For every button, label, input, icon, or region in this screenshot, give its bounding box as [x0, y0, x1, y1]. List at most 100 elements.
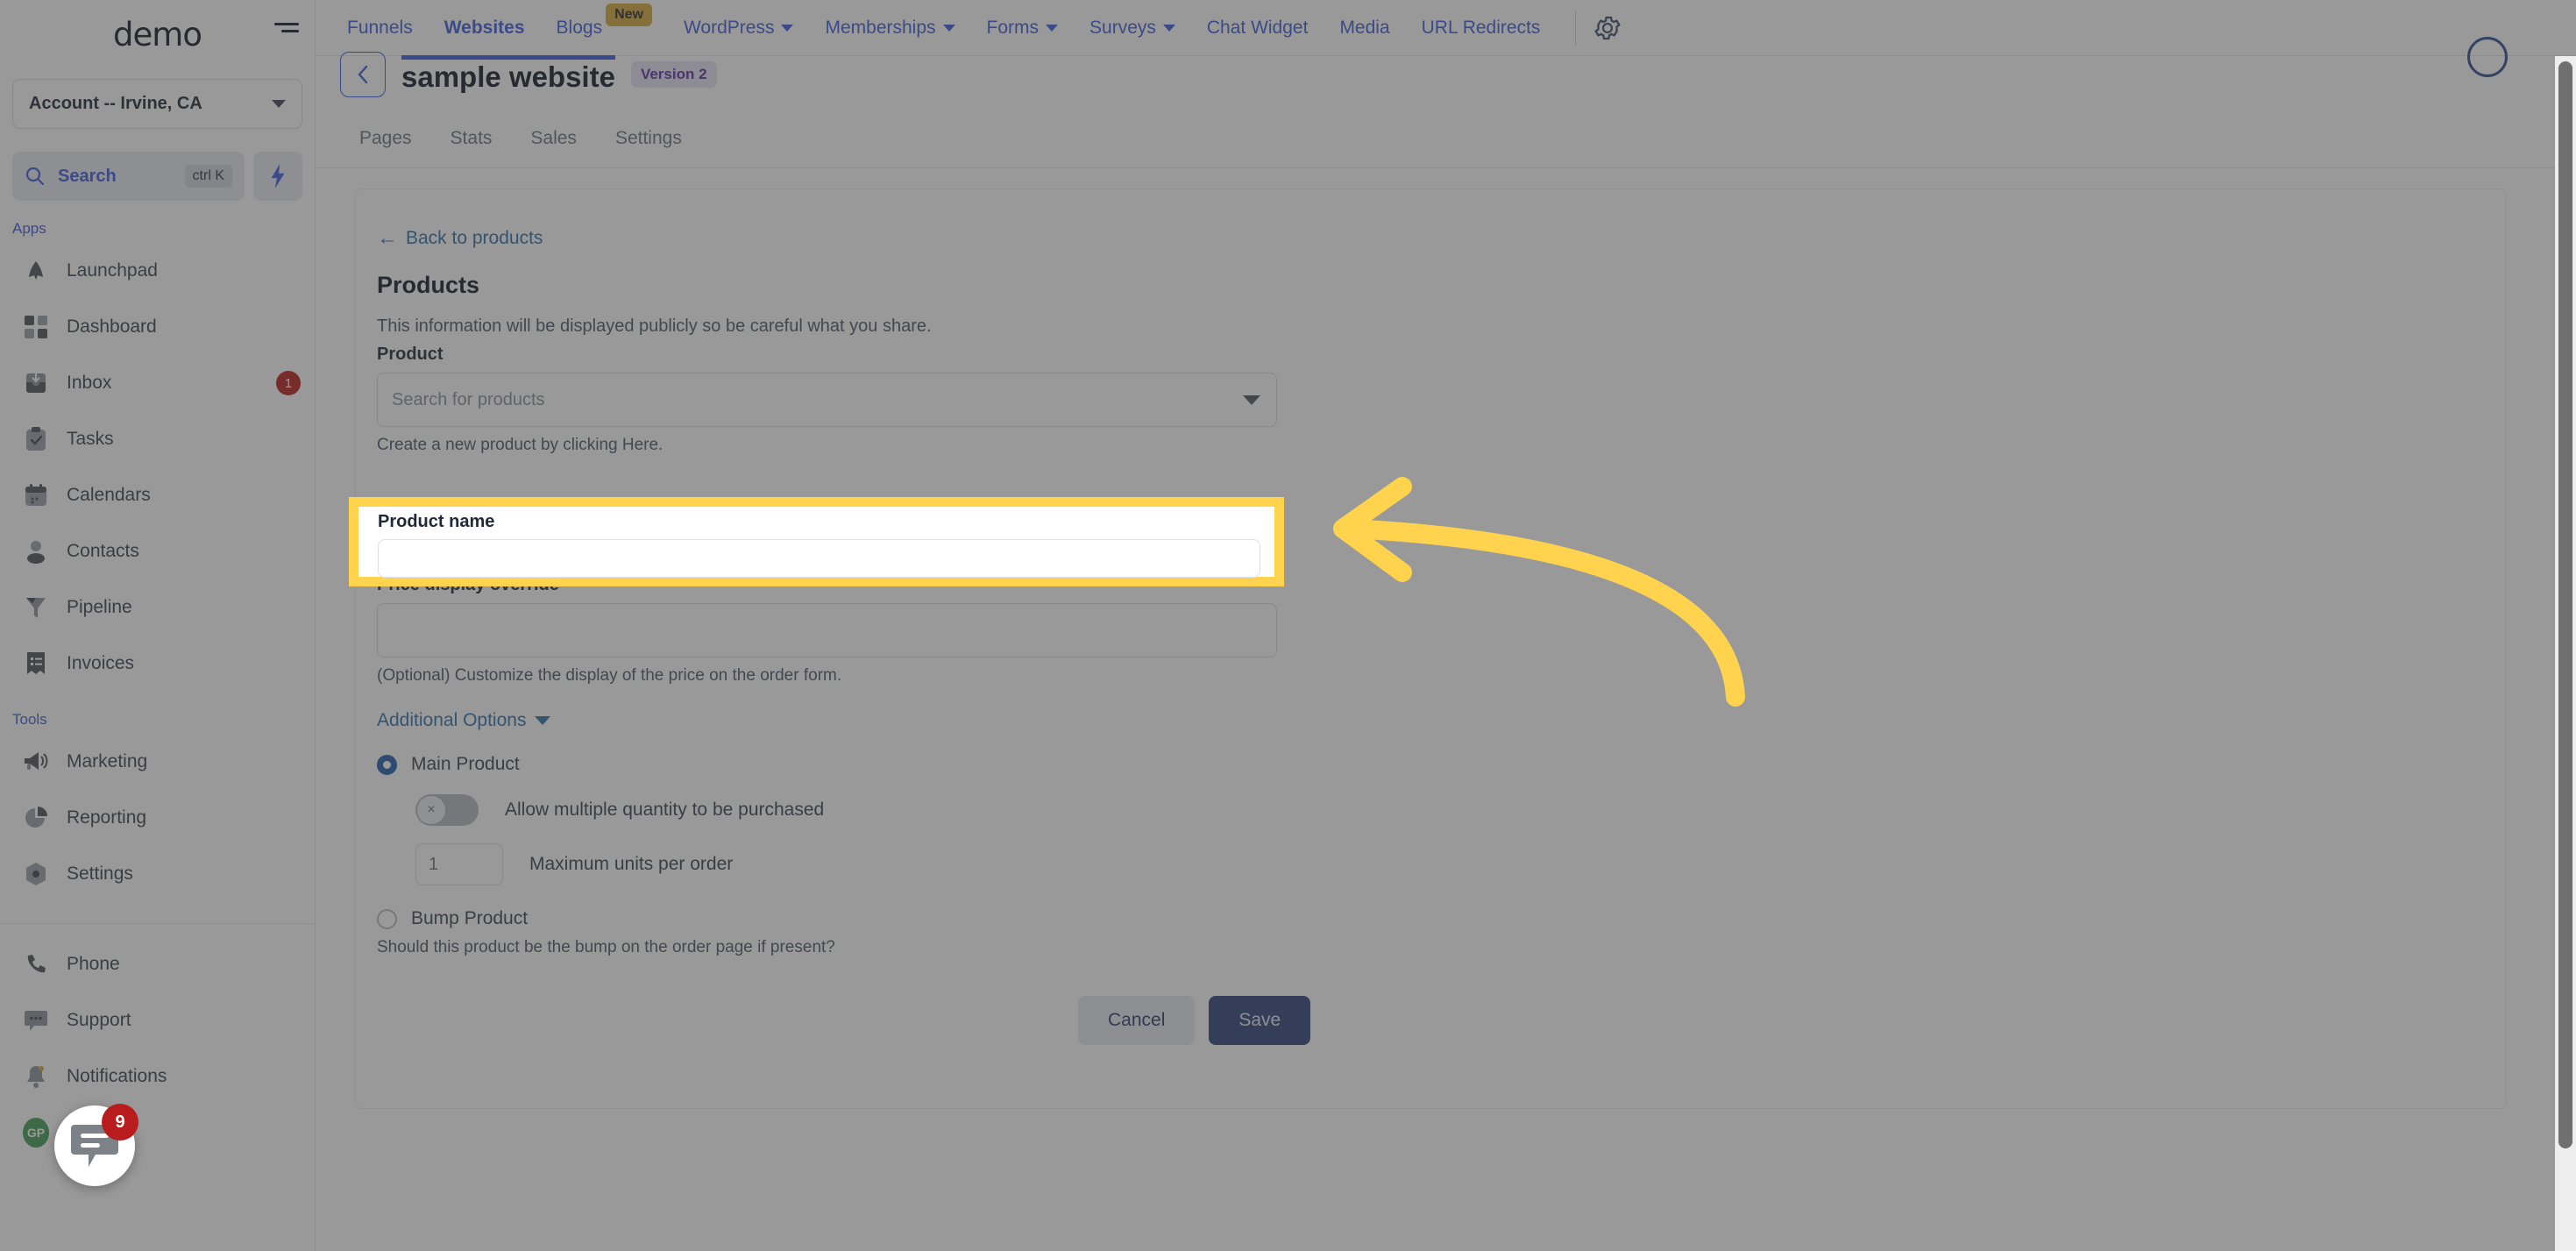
product-name-input[interactable] [378, 539, 1260, 578]
quick-action-button[interactable] [253, 152, 302, 201]
sidebar-group-title-tools: Tools [12, 711, 47, 728]
chevron-down-icon [1046, 24, 1059, 32]
back-to-products-link[interactable]: ← Back to products [377, 228, 2506, 249]
back-link-label: Back to products [406, 228, 543, 248]
search-icon [25, 167, 45, 186]
new-tag-badge: New [606, 3, 652, 26]
nav-item-funnels[interactable]: Funnels [331, 0, 429, 56]
pie-chart-icon [23, 805, 49, 831]
page-header: sample website Version 2 [316, 37, 2576, 116]
price-override-input[interactable] [377, 603, 1277, 657]
calendar-icon [23, 482, 49, 508]
nav-divider [1575, 10, 1577, 46]
bump-product-help: Should this product be the bump on the o… [377, 938, 835, 956]
sidebar-item-label: Notifications [67, 1066, 167, 1086]
max-units-input[interactable]: 1 [415, 843, 503, 885]
sidebar-item-pipeline[interactable]: Pipeline [0, 579, 315, 636]
sidebar-item-reporting[interactable]: Reporting [0, 790, 315, 846]
sidebar-item-dashboard[interactable]: Dashboard [0, 299, 315, 355]
gear-icon[interactable] [1590, 11, 1625, 46]
sidebar-item-calendars[interactable]: Calendars [0, 467, 315, 523]
account-switcher[interactable]: Account -- Irvine, CA [12, 79, 302, 129]
sidebar-item-notifications[interactable]: Notifications [0, 1048, 315, 1105]
nav-label: Memberships [825, 17, 936, 38]
sidebar-item-tasks[interactable]: Tasks [0, 411, 315, 467]
sidebar-item-support[interactable]: Support [0, 992, 315, 1048]
section-subtitle: This information will be displayed publi… [377, 316, 932, 336]
sidebar-item-launchpad[interactable]: Launchpad [0, 243, 315, 299]
tab-sales[interactable]: Sales [511, 128, 596, 149]
page-scrollbar-thumb[interactable] [2558, 61, 2572, 1148]
nav-item-media[interactable]: Media [1323, 0, 1405, 56]
nav-item-forms[interactable]: Forms [971, 0, 1075, 56]
dashboard-grid-icon [23, 314, 49, 340]
cancel-button[interactable]: Cancel [1078, 996, 1196, 1045]
sidebar-item-label: Marketing [67, 751, 148, 771]
clipboard-check-icon [23, 426, 49, 452]
sidebar-item-profile[interactable]: GP Profile [0, 1105, 315, 1161]
radio-main-product[interactable]: Main Product [377, 754, 2506, 775]
help-circle-icon[interactable] [2467, 37, 2508, 77]
tab-label: Pages [359, 127, 412, 148]
nav-item-wordpress[interactable]: WordPress [668, 0, 809, 56]
additional-options-toggle[interactable]: Additional Options [377, 710, 2506, 731]
sidebar-item-label: Calendars [67, 485, 151, 505]
max-units-label: Maximum units per order [529, 854, 734, 874]
arrow-left-icon: ← [377, 226, 398, 250]
sidebar-item-invoices[interactable]: Invoices [0, 636, 315, 692]
radio-bump-product[interactable]: Bump Product [377, 908, 2506, 929]
nav-item-url-redirects[interactable]: URL Redirects [1406, 0, 1557, 56]
nav-item-websites[interactable]: Websites [429, 0, 541, 56]
chevron-down-icon [272, 100, 286, 108]
sidebar-item-label: Pipeline [67, 597, 132, 617]
allow-multiple-quantity-row: × Allow multiple quantity to be purchase… [415, 794, 2506, 826]
brand-logo: demo [113, 15, 202, 53]
invoice-list-icon [23, 650, 49, 677]
product-form-card: ← Back to products Products This informa… [355, 188, 2507, 1109]
toggle-knob: × [417, 796, 445, 824]
price-override-help: (Optional) Customize the display of the … [377, 666, 842, 685]
lightning-bolt-icon [271, 164, 285, 188]
sidebar-item-settings[interactable]: Settings [0, 846, 315, 902]
allow-multiple-quantity-label: Allow multiple quantity to be purchased [505, 800, 825, 820]
save-button[interactable]: Save [1209, 996, 1311, 1045]
nav-item-memberships[interactable]: Memberships [809, 0, 970, 56]
nav-item-chat-widget[interactable]: Chat Widget [1191, 0, 1324, 56]
product-select[interactable]: Search for products [377, 373, 1277, 427]
form-actions: Cancel Save [1078, 996, 2506, 1045]
sidebar-item-label: Dashboard [67, 316, 157, 337]
inbox-icon [23, 370, 49, 396]
version-badge: Version 2 [630, 61, 717, 88]
launchpad-icon [23, 258, 49, 284]
chat-dots-icon [23, 1007, 49, 1034]
tab-label: Sales [530, 127, 577, 148]
radio-bump-product-label: Bump Product [411, 908, 529, 928]
tab-pages[interactable]: Pages [340, 128, 431, 149]
tab-settings[interactable]: Settings [596, 128, 701, 149]
chevron-down-icon [535, 716, 551, 725]
back-arrow-icon[interactable] [340, 52, 386, 97]
search-label: Search [58, 166, 117, 186]
sidebar-item-contacts[interactable]: Contacts [0, 523, 315, 579]
sidebar-item-marketing[interactable]: Marketing [0, 734, 315, 790]
sidebar-item-label: Inbox [67, 373, 112, 393]
sidebar: demo Account -- Irvine, CA Search ctrl K [0, 0, 316, 1251]
search-input[interactable]: Search ctrl K [12, 152, 245, 201]
sidebar-collapse-icon[interactable] [274, 23, 299, 42]
chevron-down-icon [781, 24, 794, 32]
nav-label: Websites [444, 17, 525, 38]
nav-item-blogs[interactable]: Blogs New [541, 0, 668, 56]
product-field-help: Create a new product by clicking Here. [377, 436, 664, 454]
nav-label: Surveys [1089, 17, 1156, 38]
allow-multiple-quantity-toggle[interactable]: × [415, 794, 479, 826]
sidebar-item-phone[interactable]: Phone [0, 936, 315, 992]
sidebar-item-inbox[interactable]: Inbox 1 [0, 355, 315, 411]
nav-item-surveys[interactable]: Surveys [1074, 0, 1191, 56]
chevron-down-icon [1162, 24, 1175, 32]
sidebar-item-label: Tasks [67, 429, 114, 449]
max-units-row: 1 Maximum units per order [415, 843, 2506, 885]
nav-label: WordPress [683, 17, 775, 38]
tab-stats[interactable]: Stats [431, 128, 512, 149]
chat-widget-launcher[interactable]: 9 [54, 1104, 138, 1186]
